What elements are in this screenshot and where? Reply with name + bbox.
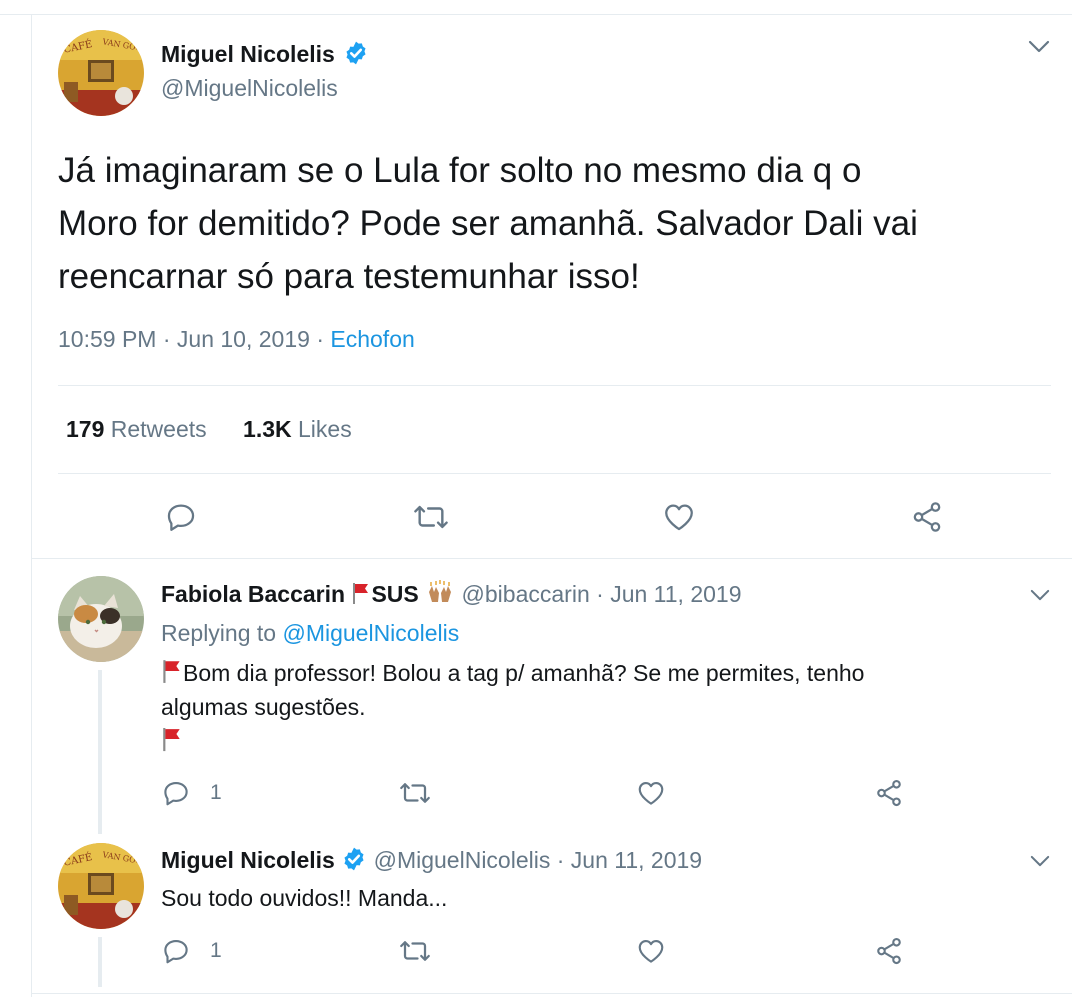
reply2-menu-chevron-down-icon[interactable] xyxy=(1030,855,1050,868)
retweets-stat[interactable]: 179 Retweets xyxy=(66,416,213,442)
retweets-count: 179 xyxy=(66,416,105,442)
main-tweet-divider xyxy=(31,558,1072,559)
reply1-date[interactable]: Jun 11, 2019 xyxy=(610,581,741,607)
like-heart-icon[interactable] xyxy=(636,778,666,808)
reply2-handle[interactable]: @MiguelNicolelis xyxy=(374,847,551,873)
main-author-avatar[interactable]: CAFÉ VAN GOGH xyxy=(58,30,144,116)
reply2-reply-count: 1 xyxy=(210,939,222,962)
reply1-text: Bom dia professor! Bolou a tag p/ amanhã… xyxy=(161,656,864,763)
red-flag-icon xyxy=(161,724,183,763)
main-tweet-menu-chevron-down-icon[interactable] xyxy=(1028,40,1050,54)
verified-badge-icon xyxy=(343,40,369,72)
main-tweet-text-line1: Já imaginaram se o Lula for solto no mes… xyxy=(58,151,862,190)
thread-line xyxy=(98,670,102,834)
meta-separator: · xyxy=(316,326,324,352)
reply1-text-line1: Bom dia professor! Bolou a tag p/ amanhã… xyxy=(183,660,865,686)
reply1-name-suffix[interactable]: SUS xyxy=(371,581,418,607)
share-icon[interactable] xyxy=(874,936,904,966)
tweet-stats: 179 Retweets 1.3K Likes xyxy=(66,416,352,443)
replying-to-prefix: Replying to xyxy=(161,620,277,646)
verified-badge-icon xyxy=(341,846,367,878)
red-flag-icon xyxy=(351,581,371,608)
meta-separator: · xyxy=(162,326,171,352)
main-tweet-text-line3: reencarnar só para testemunhar isso! xyxy=(58,257,640,296)
reply1-separator: · xyxy=(596,581,604,607)
tweet-time[interactable]: 10:59 PM xyxy=(58,326,156,352)
red-flag-icon xyxy=(161,656,183,690)
reply1-menu-chevron-down-icon[interactable] xyxy=(1030,589,1050,602)
main-author-name-text[interactable]: Miguel Nicolelis xyxy=(161,41,335,67)
reply1-replying-to: Replying to @MiguelNicolelis xyxy=(161,620,459,647)
likes-count: 1.3K xyxy=(243,416,292,442)
cat-avatar xyxy=(58,576,144,662)
reply-icon[interactable] xyxy=(161,936,191,966)
replying-to-handle[interactable]: @MiguelNicolelis xyxy=(282,620,459,646)
cafe-van-gogh-avatar: CAFÉ VAN GOGH xyxy=(58,30,144,116)
reply1-author-name[interactable]: Fabiola Baccarin xyxy=(161,581,345,607)
main-author-handle[interactable]: @MiguelNicolelis xyxy=(161,75,338,102)
retweets-label: Retweets xyxy=(110,416,207,442)
stats-divider-top xyxy=(58,385,1051,386)
like-heart-icon[interactable] xyxy=(662,500,696,534)
tweet-date[interactable]: Jun 10, 2019 xyxy=(177,326,310,352)
left-border xyxy=(31,14,32,997)
reply2-text: Sou todo ouvidos!! Manda... xyxy=(161,885,448,911)
reply2-author-name[interactable]: Miguel Nicolelis xyxy=(161,847,335,873)
reply1-reply-count: 1 xyxy=(210,781,222,804)
thread-line xyxy=(98,937,102,987)
stats-divider-bottom xyxy=(58,473,1051,474)
retweet-icon[interactable] xyxy=(398,778,432,808)
reply1-handle[interactable]: @bibaccarin xyxy=(462,581,590,607)
share-icon[interactable] xyxy=(910,500,944,534)
main-tweet-text-line2: Moro for demitido? Pode ser amanhã. Salv… xyxy=(58,204,918,243)
reply2-header: Miguel Nicolelis @MiguelNicolelis · Jun … xyxy=(161,846,702,878)
reply1-header: Fabiola Baccarin SUS @bibaccarin · Jun 1… xyxy=(161,580,741,608)
likes-stat[interactable]: 1.3K Likes xyxy=(243,416,352,442)
main-tweet-text: Já imaginaram se o Lula for solto no mes… xyxy=(58,144,918,303)
reply-icon[interactable] xyxy=(164,500,198,534)
retweet-icon[interactable] xyxy=(398,936,432,966)
bottom-divider xyxy=(31,993,1072,994)
tweet-source-link[interactable]: Echofon xyxy=(330,326,414,352)
main-author-name[interactable]: Miguel Nicolelis xyxy=(161,40,369,72)
reply2-date[interactable]: Jun 11, 2019 xyxy=(571,847,702,873)
reply2-separator: · xyxy=(556,847,565,874)
main-tweet-meta: 10:59 PM · Jun 10, 2019 · Echofon xyxy=(58,326,415,353)
reply2-author-avatar[interactable]: CAFÉ VAN GOGH xyxy=(58,843,144,929)
top-border xyxy=(0,14,1072,15)
raised-hands-icon xyxy=(425,580,461,607)
reply1-text-line2: algumas sugestões. xyxy=(161,694,366,720)
cafe-van-gogh-avatar: CAFÉ VAN GOGH xyxy=(58,843,144,929)
likes-label: Likes xyxy=(298,416,352,442)
retweet-icon[interactable] xyxy=(412,500,450,534)
share-icon[interactable] xyxy=(874,778,904,808)
reply-icon[interactable] xyxy=(161,778,191,808)
reply1-author-avatar[interactable] xyxy=(58,576,144,662)
like-heart-icon[interactable] xyxy=(636,936,666,966)
